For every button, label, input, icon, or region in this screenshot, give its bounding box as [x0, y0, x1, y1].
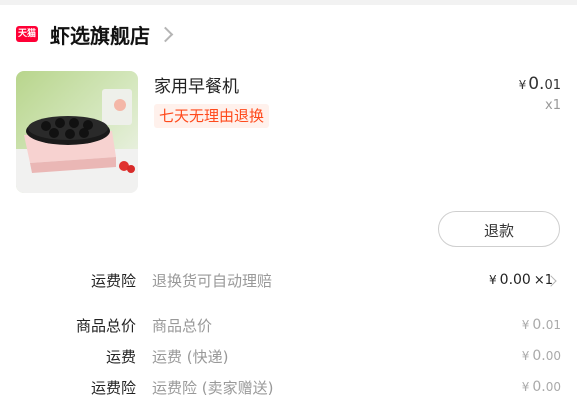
insurance-label: 运费险 — [90, 272, 136, 290]
summary-desc-shipping: 运费 (快递) — [152, 348, 229, 366]
currency-symbol: ¥ — [518, 78, 527, 92]
insurance-desc[interactable]: 退换货可自动理赔 — [152, 270, 272, 291]
chevron-right-icon[interactable] — [157, 26, 174, 42]
summary-value-goods: ¥0.01 — [522, 317, 561, 333]
price-decimal: 01 — [544, 78, 561, 93]
value-decimal: 00 — [545, 380, 561, 394]
currency-symbol: ¥ — [489, 273, 497, 287]
product-title[interactable]: 家用早餐机 — [154, 72, 239, 97]
return-policy-badge: 七天无理由退换 — [154, 104, 270, 128]
summary-desc-insurance: 运费险 (卖家赠送) — [152, 379, 274, 397]
value-integer: 0. — [532, 317, 546, 333]
product-quantity: x1 — [545, 98, 561, 113]
currency-symbol: ¥ — [521, 380, 530, 394]
price-integer: 0. — [528, 74, 545, 94]
store-name[interactable]: 虾选旗舰店 — [50, 20, 150, 49]
value-decimal: 00 — [545, 349, 561, 363]
tmall-logo-icon: 天猫 — [16, 26, 38, 42]
summary-value-insurance: ¥0.00 — [522, 379, 561, 395]
summary-value-shipping: ¥0.00 — [522, 348, 561, 364]
value-integer: 0. — [532, 348, 546, 364]
summary-label-shipping: 运费 — [105, 348, 136, 366]
value-integer: 0. — [532, 379, 546, 395]
product-price: ¥0.01 — [519, 74, 561, 94]
summary-label-goods: 商品总价 — [75, 317, 136, 335]
product-image[interactable] — [16, 71, 138, 193]
refund-button[interactable]: 退款 — [438, 211, 560, 247]
insurance-amount: 0.00 — [499, 272, 531, 288]
insurance-value[interactable]: ¥ 0.00 ×1 — [489, 272, 553, 288]
currency-symbol: ¥ — [521, 318, 530, 332]
store-header[interactable]: 天猫 虾选旗舰店 — [16, 20, 174, 49]
value-decimal: 01 — [545, 318, 561, 332]
currency-symbol: ¥ — [521, 349, 530, 363]
top-divider — [0, 0, 577, 5]
summary-desc-goods: 商品总价 — [152, 317, 213, 335]
summary-label-insurance: 运费险 — [90, 379, 136, 397]
